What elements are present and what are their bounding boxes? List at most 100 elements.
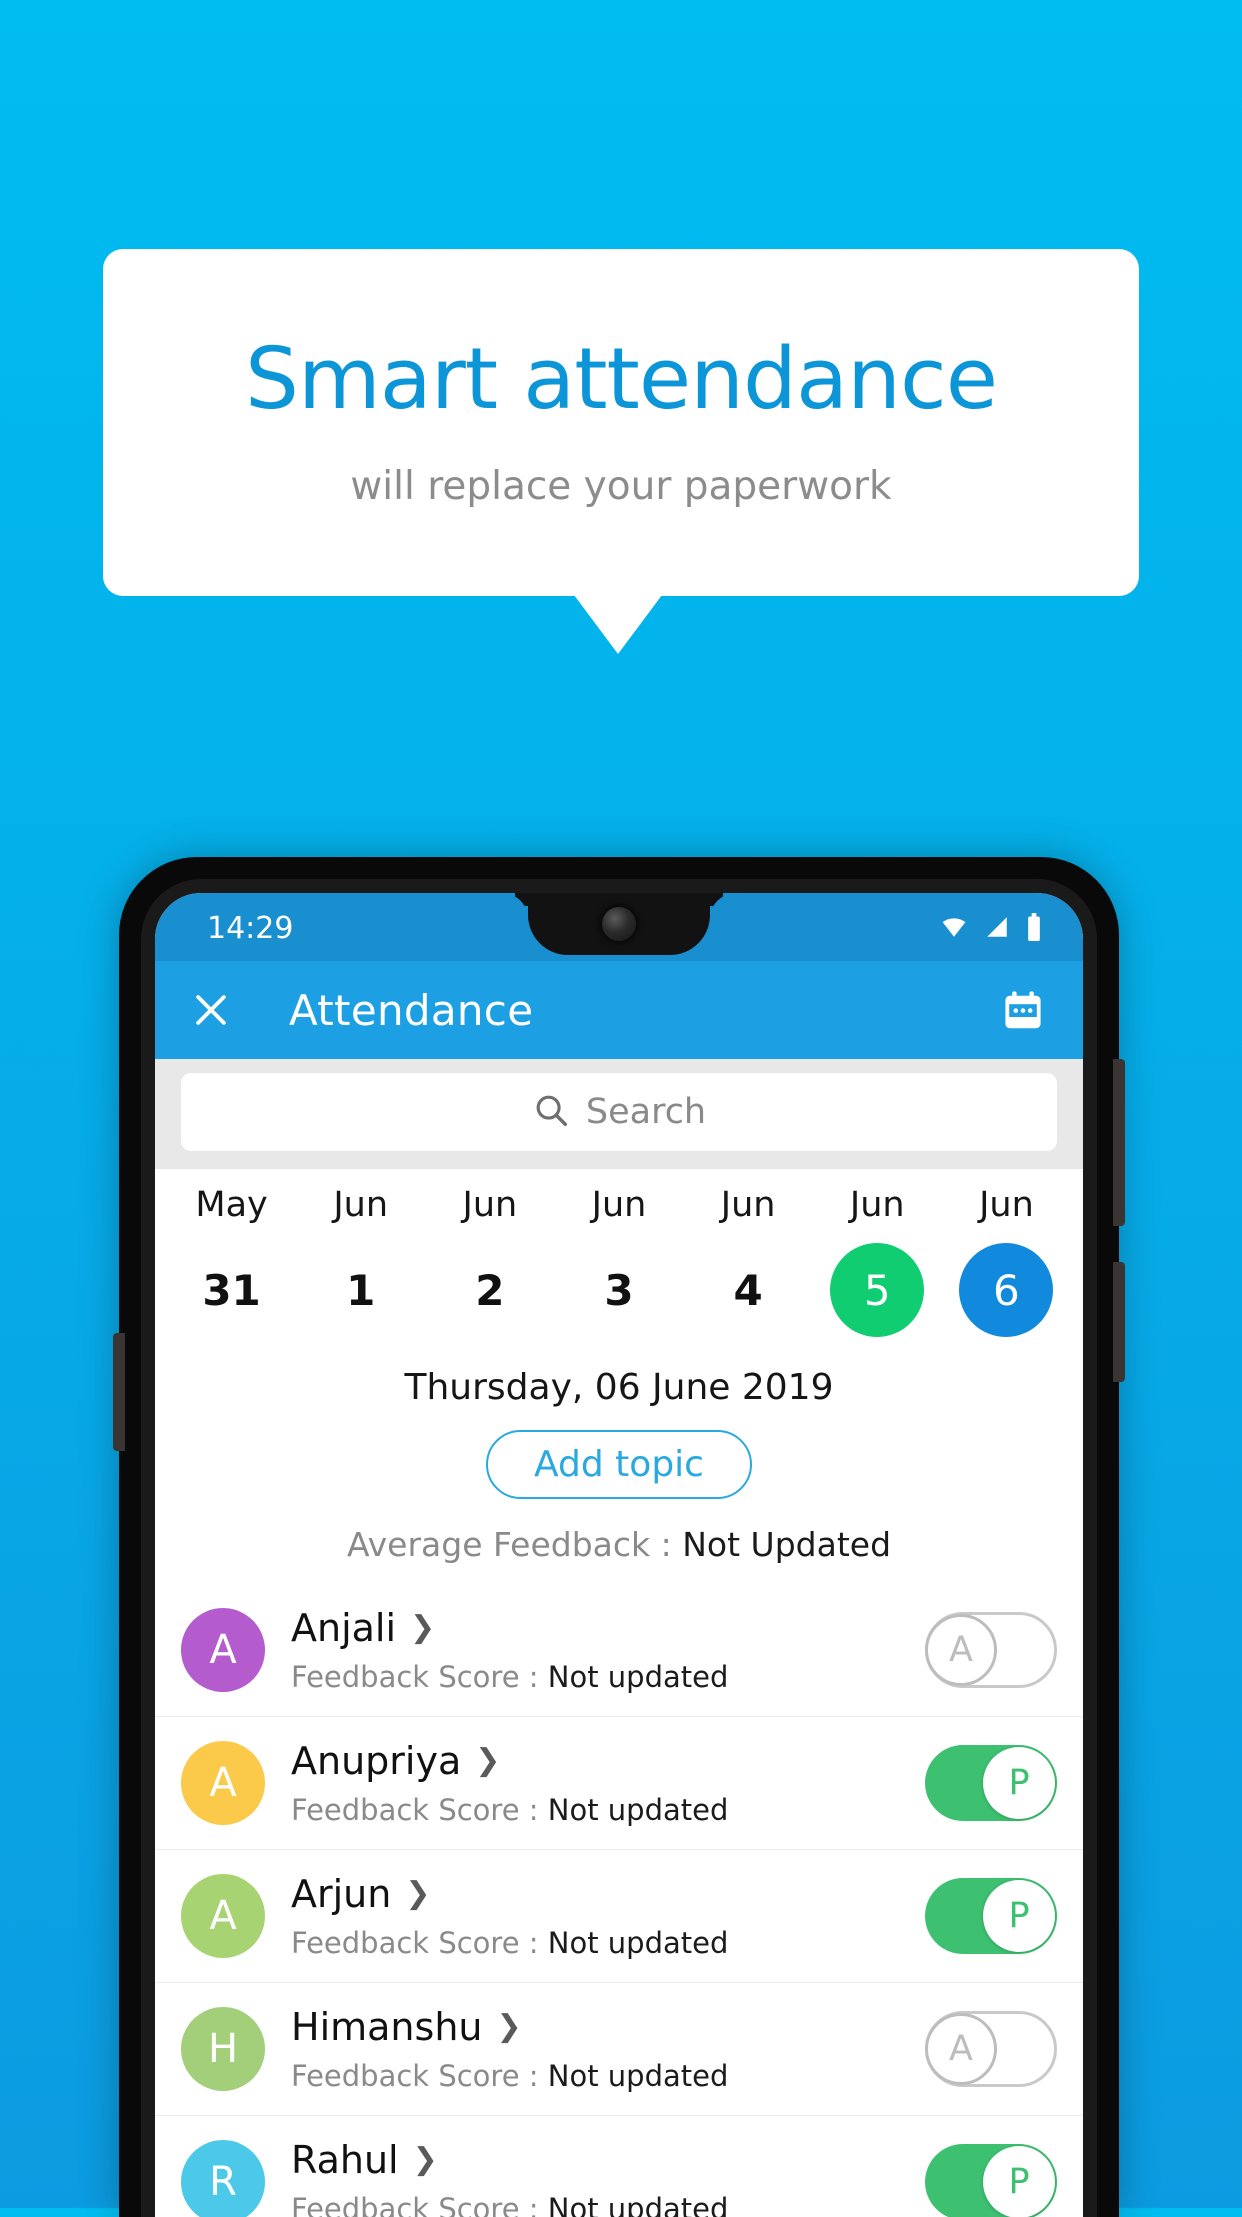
- page-title: Attendance: [289, 985, 534, 1035]
- table-row[interactable]: H Himanshu ❯ Feedback Score : Not update…: [155, 1983, 1083, 2116]
- attendance-toggle-thumb: A: [925, 2013, 997, 2085]
- feedback-score-value: Not updated: [547, 2059, 729, 2093]
- chevron-right-icon[interactable]: ❯: [496, 2012, 521, 2042]
- date-month: Jun: [979, 1185, 1034, 1225]
- student-name: Himanshu: [291, 2005, 483, 2049]
- student-list: A Anjali ❯ Feedback Score : Not updated …: [155, 1584, 1083, 2217]
- feedback-score-label: Feedback Score :: [291, 1793, 548, 1827]
- student-name: Anjali: [291, 1606, 397, 1650]
- status-bar-time: 14:29: [207, 911, 294, 946]
- average-feedback-value: Not Updated: [682, 1525, 892, 1564]
- date-cell[interactable]: Jun 4: [684, 1185, 813, 1337]
- avatar-initial: R: [209, 2159, 237, 2205]
- add-topic-container: Add topic: [155, 1430, 1083, 1499]
- student-name: Anupriya: [291, 1739, 462, 1783]
- chevron-right-icon[interactable]: ❯: [475, 1746, 500, 1776]
- table-row[interactable]: R Rahul ❯ Feedback Score : Not updated P: [155, 2116, 1083, 2217]
- front-camera: [602, 907, 636, 941]
- date-cell[interactable]: Jun 1: [296, 1185, 425, 1337]
- chevron-right-icon[interactable]: ❯: [405, 1879, 430, 1909]
- attendance-toggle[interactable]: P: [925, 1878, 1057, 1954]
- attendance-toggle[interactable]: P: [925, 2144, 1057, 2217]
- status-bar: 14:29: [155, 893, 1083, 961]
- date-day: 1: [346, 1265, 376, 1315]
- table-row[interactable]: A Anupriya ❯ Feedback Score : Not update…: [155, 1717, 1083, 1850]
- student-info: Rahul ❯ Feedback Score : Not updated: [291, 2138, 925, 2217]
- avatar: R: [181, 2140, 265, 2217]
- feedback-score-label: Feedback Score :: [291, 1660, 548, 1694]
- date-cell-today[interactable]: Jun 5: [813, 1185, 942, 1337]
- date-day: 31: [202, 1265, 261, 1315]
- avatar: A: [181, 1741, 265, 1825]
- status-bar-icons: [939, 913, 1043, 945]
- feedback-score-value: Not updated: [547, 2192, 729, 2217]
- selected-date-heading: Thursday, 06 June 2019: [404, 1367, 834, 1408]
- feedback-score-value: Not updated: [547, 1793, 729, 1827]
- avatar: A: [181, 1874, 265, 1958]
- promo-card: Smart attendance will replace your paper…: [103, 249, 1139, 596]
- table-row[interactable]: A Arjun ❯ Feedback Score : Not updated P: [155, 1850, 1083, 1983]
- feedback-score-label: Feedback Score :: [291, 2192, 548, 2217]
- attendance-toggle-thumb: A: [925, 1614, 997, 1686]
- attendance-toggle[interactable]: A: [925, 2011, 1057, 2087]
- search-placeholder: Search: [585, 1092, 707, 1132]
- average-feedback: Average Feedback : Not Updated: [155, 1525, 1083, 1564]
- phone-mockup: 14:29 Attendance Search May 31 Jun 1 Jun…: [113, 857, 1125, 2217]
- date-month: Jun: [849, 1185, 905, 1225]
- promo-card-tail: [574, 595, 662, 654]
- attendance-toggle-thumb: P: [983, 1880, 1055, 1952]
- attendance-toggle-thumb: P: [983, 2146, 1055, 2217]
- volume-up-button[interactable]: [1113, 1059, 1125, 1226]
- power-button[interactable]: [113, 1333, 125, 1451]
- student-info: Anjali ❯ Feedback Score : Not updated: [291, 1606, 925, 1694]
- date-month: Jun: [591, 1185, 647, 1225]
- student-name: Rahul: [291, 2138, 399, 2182]
- feedback-score: Feedback Score : Not updated: [291, 1660, 925, 1694]
- promo-headline: Smart attendance: [245, 329, 998, 429]
- feedback-score-value: Not updated: [547, 1660, 729, 1694]
- phone-notch: [528, 893, 710, 955]
- calendar-icon[interactable]: [999, 987, 1047, 1039]
- feedback-score: Feedback Score : Not updated: [291, 2192, 925, 2217]
- avatar: A: [181, 1608, 265, 1692]
- date-cell[interactable]: Jun 2: [425, 1185, 554, 1337]
- chevron-right-icon[interactable]: ❯: [413, 2145, 438, 2175]
- attendance-toggle[interactable]: A: [925, 1612, 1057, 1688]
- search-input[interactable]: Search: [181, 1073, 1057, 1151]
- chevron-right-icon[interactable]: ❯: [410, 1613, 435, 1643]
- avatar-initial: A: [209, 1627, 237, 1673]
- search-bar-container: Search: [155, 1059, 1083, 1169]
- feedback-score-value: Not updated: [547, 1926, 729, 1960]
- avatar: H: [181, 2007, 265, 2091]
- date-day: 6: [959, 1243, 1054, 1337]
- attendance-toggle-thumb: P: [983, 1747, 1055, 1819]
- app-bar: Attendance: [155, 961, 1083, 1059]
- feedback-score: Feedback Score : Not updated: [291, 1793, 925, 1827]
- date-day: 3: [604, 1265, 634, 1315]
- date-cell-selected[interactable]: Jun 6: [942, 1185, 1071, 1337]
- attendance-toggle[interactable]: P: [925, 1745, 1057, 1821]
- feedback-score-label: Feedback Score :: [291, 1926, 548, 1960]
- date-day: 5: [830, 1243, 925, 1337]
- student-info: Arjun ❯ Feedback Score : Not updated: [291, 1872, 925, 1960]
- volume-down-button[interactable]: [1113, 1262, 1125, 1382]
- date-day: 4: [733, 1265, 763, 1315]
- battery-icon: [1025, 913, 1043, 945]
- date-month: Jun: [333, 1185, 389, 1225]
- date-month: May: [195, 1185, 268, 1225]
- student-name: Arjun: [291, 1872, 392, 1916]
- table-row[interactable]: A Anjali ❯ Feedback Score : Not updated …: [155, 1584, 1083, 1717]
- close-icon[interactable]: [189, 988, 233, 1032]
- date-month: Jun: [462, 1185, 518, 1225]
- average-feedback-label: Average Feedback :: [346, 1525, 683, 1564]
- search-icon: [532, 1091, 570, 1133]
- student-info: Himanshu ❯ Feedback Score : Not updated: [291, 2005, 925, 2093]
- avatar-initial: A: [209, 1893, 237, 1939]
- date-cell[interactable]: May 31: [167, 1185, 296, 1337]
- promo-subheadline: will replace your paperwork: [350, 463, 892, 509]
- feedback-score: Feedback Score : Not updated: [291, 1926, 925, 1960]
- date-strip: May 31 Jun 1 Jun 2 Jun 3 Jun 4 Jun 5 Jun…: [155, 1169, 1083, 1345]
- date-cell[interactable]: Jun 3: [554, 1185, 683, 1337]
- add-topic-button[interactable]: Add topic: [486, 1430, 752, 1499]
- avatar-initial: A: [209, 1760, 237, 1806]
